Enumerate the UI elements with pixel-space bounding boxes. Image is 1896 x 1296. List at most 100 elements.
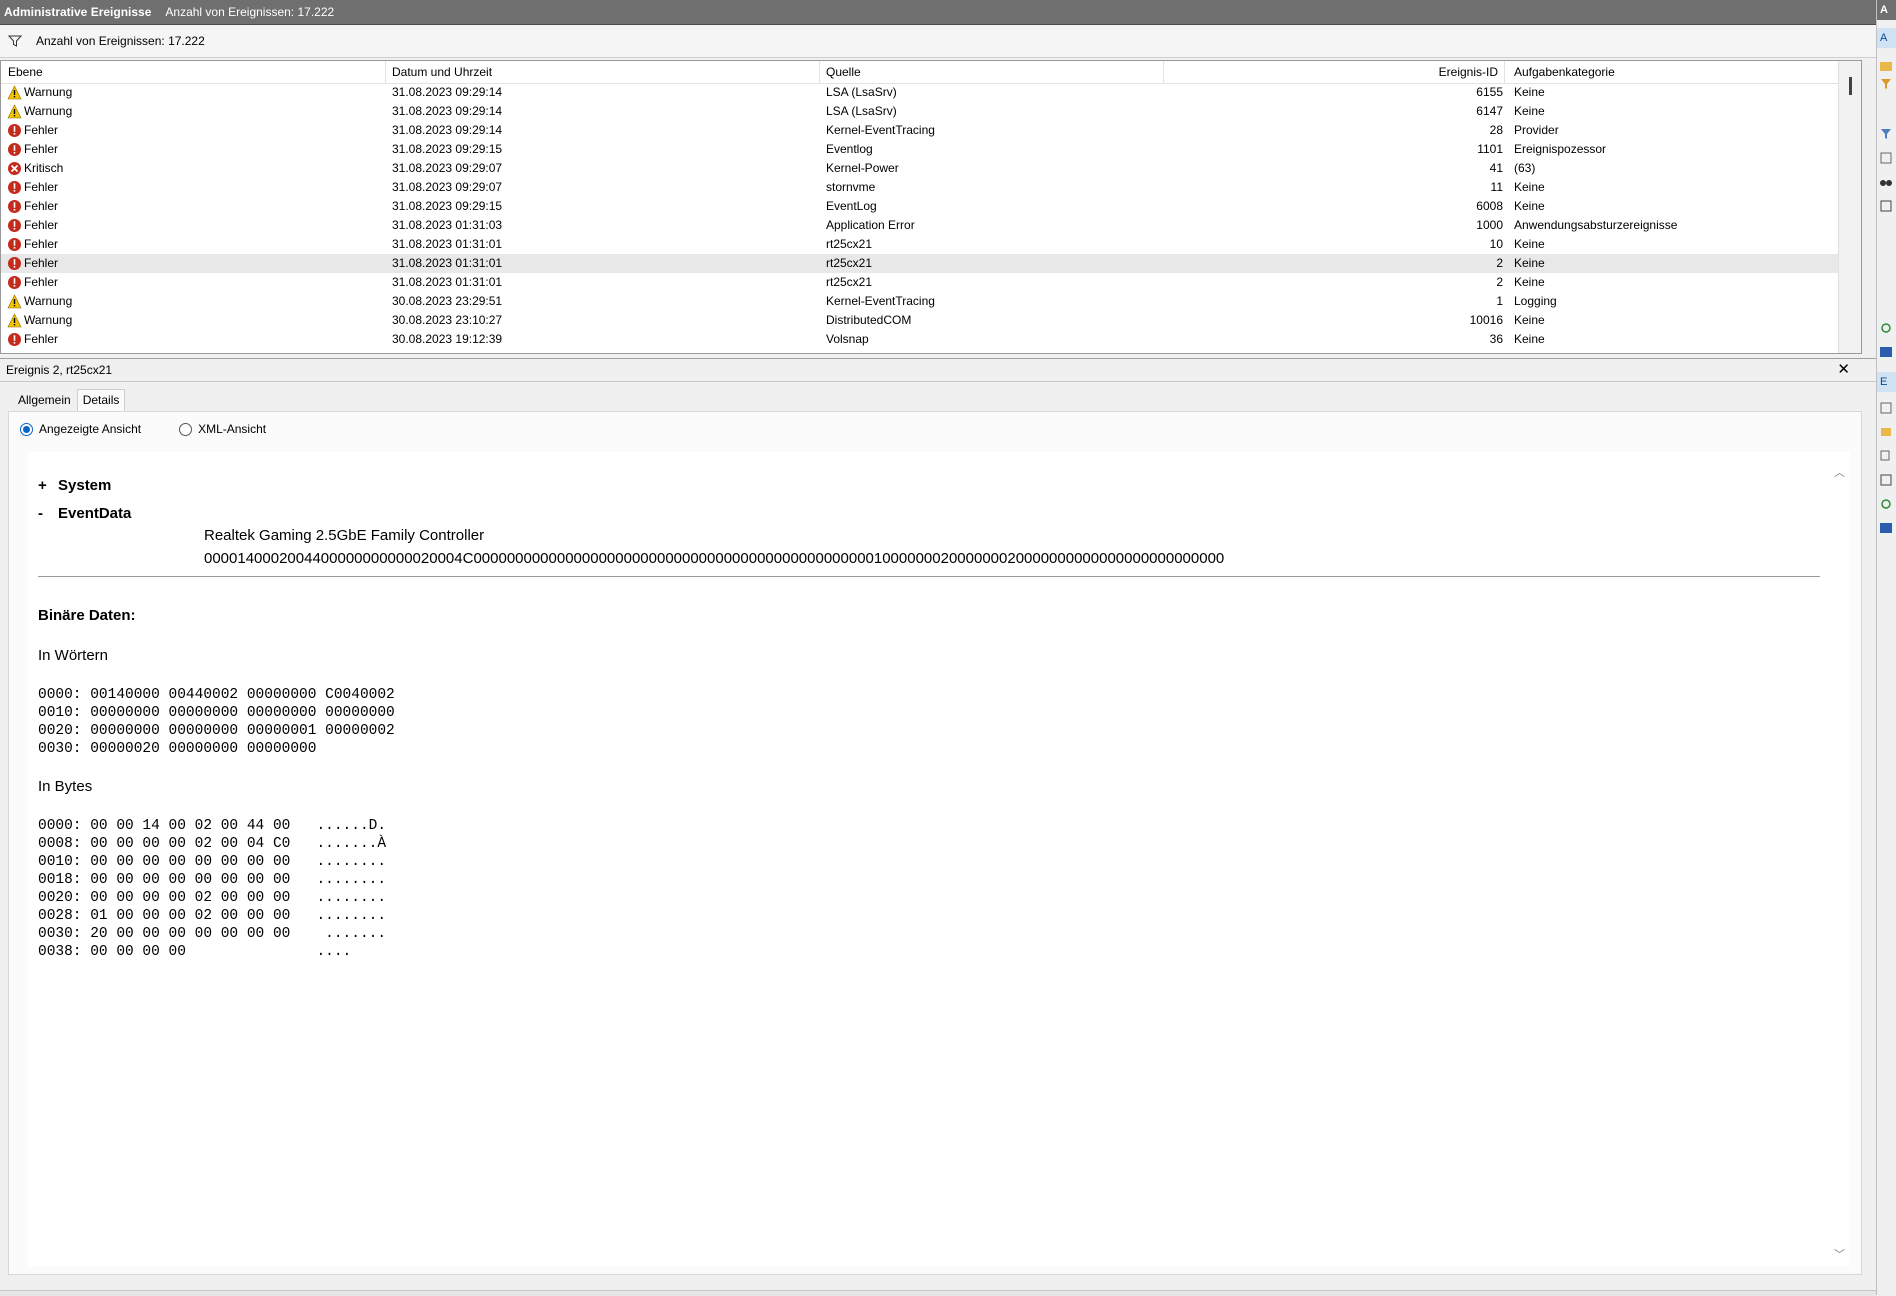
cell-level: Fehler: [7, 178, 58, 197]
column-header-date[interactable]: Datum und Uhrzeit: [386, 61, 820, 83]
table-row[interactable]: Fehler 31.08.2023 09:29:14 Kernel-EventTra…: [1, 121, 1854, 140]
cell-date: 30.08.2023 23:10:27: [392, 313, 503, 327]
save-event-icon[interactable]: [1879, 474, 1893, 486]
table-row[interactable]: Fehler 31.08.2023 09:29:15 EventLog 6008 Kei…: [1, 197, 1854, 216]
table-row[interactable]: Warnung 30.08.2023 23:10:27 DistributedCOM…: [1, 311, 1854, 330]
cell-level: Fehler: [7, 121, 58, 140]
cell-date: 31.08.2023 09:29:15: [392, 199, 503, 213]
cell-level: Fehler: [7, 197, 58, 216]
cell-date: 31.08.2023 09:29:14: [392, 85, 503, 99]
cell-source: Application Error: [826, 218, 915, 232]
filter-count-text: Anzahl von Ereignissen: 17.222: [36, 34, 205, 48]
cell-source: rt25cx21: [826, 237, 873, 251]
column-header-source[interactable]: Quelle: [820, 61, 1164, 83]
byte-line: 0000: 00 00 14 00 02 00 44 00 ......D.: [38, 818, 387, 834]
table-row[interactable]: Fehler 31.08.2023 01:31:03 Application Err…: [1, 216, 1854, 235]
chevron-up-icon[interactable]: ︿: [1834, 464, 1845, 479]
refresh-event-icon[interactable]: [1879, 498, 1893, 510]
word-line: 0000: 00140000 00440002 00000000 C004000…: [38, 687, 395, 703]
level-text: Warnung: [24, 104, 73, 118]
actions-selected-item[interactable]: A: [1877, 28, 1896, 48]
filter-icon[interactable]: [1879, 78, 1893, 90]
cell-task-category: Ereignispozessor: [1514, 142, 1607, 156]
collapse-toggle[interactable]: -: [38, 500, 58, 528]
table-row[interactable]: Fehler 31.08.2023 09:29:07 stornvme 11 Keine: [1, 178, 1854, 197]
cell-source: Volsnap: [826, 332, 869, 346]
radio-xml-view[interactable]: XML-Ansicht: [179, 422, 266, 436]
error-icon: [7, 218, 22, 233]
detail-scrollbar[interactable]: ︿ ﹀: [1828, 452, 1850, 1266]
table-row[interactable]: Fehler 31.08.2023 01:31:01 rt25cx21 2 Keine: [1, 254, 1854, 273]
scrollbar-thumb[interactable]: [1849, 77, 1852, 95]
cell-level: Fehler: [7, 235, 58, 254]
radio-dot[interactable]: [179, 422, 193, 436]
cell-event-id: 6155: [1476, 85, 1503, 99]
table-row[interactable]: Fehler 31.08.2023 01:31:01 rt25cx21 10 Keine: [1, 235, 1854, 254]
level-text: Kritisch: [24, 161, 64, 175]
expand-toggle[interactable]: +: [38, 472, 58, 500]
cell-task-category: Keine: [1514, 180, 1545, 194]
tree-node-label: System: [58, 477, 112, 494]
cell-source: Kernel-EventTracing: [826, 294, 935, 308]
cell-event-id: 2: [1496, 275, 1503, 289]
help-event-icon[interactable]: [1879, 522, 1893, 534]
detail-tabs: Allgemein Details: [12, 389, 126, 412]
radio-dot-checked[interactable]: [20, 422, 33, 436]
column-header-task-category[interactable]: Aufgabenkategorie: [1505, 61, 1855, 83]
bytes-title: In Bytes: [38, 778, 93, 795]
event-properties-icon[interactable]: [1879, 402, 1893, 414]
table-row[interactable]: Fehler 31.08.2023 09:29:15 Eventlog 1101 Ere…: [1, 140, 1854, 159]
column-header-event-id[interactable]: Ereignis-ID: [1164, 61, 1505, 83]
cell-source: rt25cx21: [826, 275, 873, 289]
cell-event-id: 10016: [1469, 313, 1503, 327]
cell-task-category: Keine: [1514, 85, 1545, 99]
view-mode-radios: Angezeigte Ansicht XML-Ansicht: [20, 422, 304, 436]
cell-source: EventLog: [826, 199, 877, 213]
cell-event-id: 2: [1496, 256, 1503, 270]
log-event-count: Anzahl von Ereignissen: 17.222: [165, 5, 335, 19]
radio-friendly-view[interactable]: Angezeigte Ansicht: [20, 422, 141, 436]
cell-level: Warnung: [7, 292, 72, 311]
folder-icon[interactable]: [1879, 60, 1893, 72]
table-row[interactable]: Warnung 30.08.2023 23:29:51 Kernel-EventTr…: [1, 292, 1854, 311]
properties-icon[interactable]: [1879, 152, 1893, 164]
refresh-icon[interactable]: [1879, 322, 1893, 334]
tree-node-eventdata[interactable]: - EventData: [38, 500, 131, 528]
error-icon: [7, 142, 22, 157]
tab-details[interactable]: Details: [76, 389, 126, 412]
copy-icon[interactable]: [1879, 450, 1893, 462]
funnel-icon[interactable]: [1879, 128, 1893, 140]
event-list[interactable]: Ebene Datum und Uhrzeit Quelle Ereignis-…: [0, 60, 1862, 354]
cell-event-id: 1000: [1476, 218, 1503, 232]
table-row[interactable]: Fehler 31.08.2023 01:31:01 rt25cx21 2 Keine: [1, 273, 1854, 292]
cell-level: Fehler: [7, 254, 58, 273]
table-row[interactable]: Warnung 31.08.2023 09:29:14 LSA (LsaSrv) 61…: [1, 102, 1854, 121]
filter-bar: Anzahl von Ereignissen: 17.222: [0, 25, 1876, 58]
byte-line: 0008: 00 00 00 00 02 00 04 C0 .......À: [38, 836, 387, 852]
cell-source: rt25cx21: [826, 256, 873, 270]
cell-level: Warnung: [7, 83, 72, 102]
table-row[interactable]: Kritisch 31.08.2023 09:29:07 Kernel-Power 4…: [1, 159, 1854, 178]
byte-line: 0038: 00 00 00 00 ....: [38, 944, 352, 960]
save-icon[interactable]: [1879, 200, 1893, 212]
column-header-level[interactable]: Ebene: [1, 61, 386, 83]
help-icon[interactable]: [1879, 346, 1893, 358]
actions-event-section[interactable]: E: [1877, 372, 1896, 392]
event-list-scrollbar[interactable]: [1838, 61, 1861, 353]
byte-line: 0020: 00 00 00 00 02 00 00 00 ........: [38, 890, 387, 906]
level-text: Warnung: [24, 294, 73, 308]
cell-date: 31.08.2023 01:31:01: [392, 275, 503, 289]
binoculars-icon[interactable]: [1879, 176, 1893, 188]
cell-level: Warnung: [7, 311, 72, 330]
cell-source: Eventlog: [826, 142, 873, 156]
table-row[interactable]: Warnung 31.08.2023 09:29:14 LSA (LsaSrv) 61…: [1, 83, 1854, 102]
level-text: Fehler: [24, 256, 59, 270]
attach-task-icon[interactable]: [1879, 426, 1893, 438]
table-row[interactable]: Fehler 30.08.2023 19:12:39 Volsnap 36 Keine: [1, 330, 1854, 349]
level-text: Fehler: [24, 142, 59, 156]
chevron-down-icon[interactable]: ﹀: [1834, 1246, 1845, 1261]
close-detail-button[interactable]: ✕: [1837, 359, 1850, 381]
tree-node-system[interactable]: + System: [38, 472, 131, 500]
tab-general[interactable]: Allgemein: [12, 389, 77, 412]
filter-icon[interactable]: [8, 34, 22, 48]
